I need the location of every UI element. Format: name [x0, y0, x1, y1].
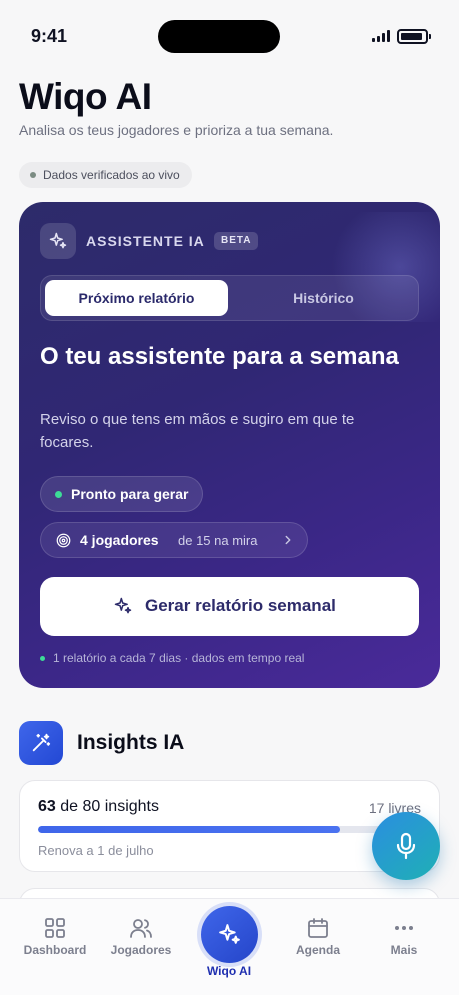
sparkles-icon — [40, 223, 76, 259]
magic-wand-icon — [19, 721, 63, 765]
microphone-icon — [396, 832, 416, 860]
chevron-right-icon — [285, 535, 291, 545]
status-bar: 9:41 — [0, 0, 459, 70]
tab-label: Mais — [390, 943, 418, 957]
ready-status-badge: Pronto para gerar — [40, 476, 204, 512]
battery-icon — [397, 29, 428, 44]
calendar-icon — [308, 918, 328, 938]
dynamic-island — [158, 20, 280, 53]
insights-renew: Renova a 1 de julho — [38, 843, 154, 858]
assistant-label: ASSISTENTE IA — [86, 233, 205, 249]
more-icon — [395, 926, 413, 930]
ready-dot — [55, 491, 62, 498]
sparkles-icon — [219, 924, 240, 944]
tab-history[interactable]: Histórico — [232, 280, 415, 316]
tab-label: Agenda — [295, 943, 340, 957]
users-icon — [130, 919, 152, 938]
assistant-footer-text: 1 relatório a cada 7 dias · dados em tem… — [53, 651, 305, 665]
tab-more[interactable]: Mais — [358, 899, 450, 995]
beta-badge: BETA — [214, 232, 259, 250]
insights-count: 63 de 80 insights — [38, 798, 159, 816]
tab-wiqo-ai-label: Wiqo AI — [206, 964, 252, 978]
grid-icon — [45, 918, 65, 938]
tab-agenda[interactable]: Agenda — [272, 899, 364, 995]
tab-next-report[interactable]: Próximo relatório — [45, 280, 228, 316]
target-rest: de 15 na mira — [178, 533, 258, 548]
generate-report-button[interactable]: Gerar relatório semanal — [40, 577, 419, 636]
generate-report-label: Gerar relatório semanal — [145, 596, 336, 615]
assistant-description: Reviso o que tens em mãos e sugiro em qu… — [40, 411, 355, 451]
voice-input-button[interactable] — [372, 812, 440, 880]
tab-players[interactable]: Jogadores — [95, 899, 187, 995]
report-segmented-control: Próximo relatório Histórico — [40, 275, 419, 321]
insights-used: 63 — [38, 798, 56, 815]
verified-label: Dados verificados ao vivo — [43, 168, 180, 182]
insights-total: de 80 insights — [60, 798, 159, 815]
signal-icon — [372, 30, 392, 42]
target-icon — [56, 533, 71, 548]
status-time: 9:41 — [31, 26, 68, 46]
insights-progress-fill — [38, 826, 340, 833]
tab-label: Jogadores — [110, 943, 172, 957]
players-target-chip[interactable]: 4 jogadores de 15 na mira — [40, 522, 308, 558]
insights-progress-bar — [38, 826, 421, 833]
ready-status-label: Pronto para gerar — [71, 486, 189, 502]
footer-dot — [40, 656, 45, 661]
page-title: Wiqo AI — [19, 76, 152, 117]
battery-cap — [429, 34, 431, 39]
target-count: 4 jogadores — [80, 532, 159, 548]
page-subtitle: Analisa os teus jogadores e prioriza a t… — [19, 122, 334, 138]
status-dot — [30, 172, 36, 178]
tab-wiqo-ai[interactable] — [201, 906, 258, 963]
assistant-title: O teu assistente para a semana — [40, 343, 399, 370]
verified-badge: Dados verificados ao vivo — [19, 162, 192, 188]
insights-title: Insights IA — [77, 731, 185, 754]
assistant-footer: 1 relatório a cada 7 dias · dados em tem… — [40, 651, 304, 665]
sparkles-icon — [114, 597, 132, 614]
assistant-card: ASSISTENTE IA BETA Próximo relatório His… — [19, 202, 440, 688]
tab-dashboard[interactable]: Dashboard — [9, 899, 101, 995]
tab-label: Dashboard — [23, 943, 87, 957]
